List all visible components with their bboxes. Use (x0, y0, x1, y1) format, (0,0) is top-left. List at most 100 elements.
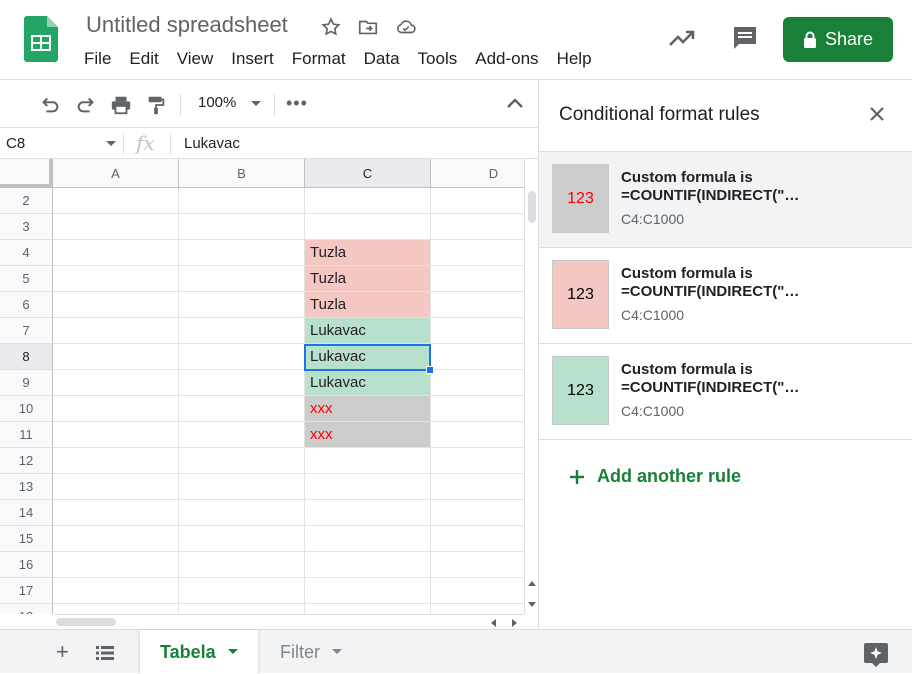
menu-help[interactable]: Help (557, 47, 592, 71)
row-header[interactable]: 16 (0, 552, 53, 578)
add-rule-button[interactable]: Add another rule (569, 466, 741, 487)
row-header[interactable]: 18 (0, 604, 53, 614)
grid-cell[interactable] (179, 292, 305, 318)
grid-cell[interactable] (431, 578, 524, 604)
name-box[interactable]: C8 (6, 135, 25, 152)
grid-cell[interactable] (179, 422, 305, 448)
grid-cell[interactable] (431, 214, 524, 240)
print-icon[interactable] (110, 94, 132, 116)
column-header-d[interactable]: D (431, 159, 524, 188)
grid-cell[interactable] (431, 188, 524, 214)
grid-cell[interactable] (431, 396, 524, 422)
column-header-a[interactable]: A (53, 159, 179, 188)
grid-cell[interactable] (53, 370, 179, 396)
row-header[interactable]: 2 (0, 188, 53, 214)
chevron-down-icon[interactable] (227, 649, 238, 655)
horizontal-scroll-thumb[interactable] (56, 618, 116, 626)
sheets-logo-icon[interactable] (24, 16, 58, 62)
grid-cell[interactable]: Lukavac (305, 344, 431, 370)
row-header[interactable]: 15 (0, 526, 53, 552)
grid-cell[interactable] (53, 188, 179, 214)
scroll-down-icon[interactable] (528, 602, 536, 608)
chevron-up-icon[interactable] (506, 96, 524, 110)
grid-cell[interactable] (53, 396, 179, 422)
row-header[interactable]: 6 (0, 292, 53, 318)
select-all-corner[interactable] (0, 159, 53, 188)
row-header[interactable]: 17 (0, 578, 53, 604)
menu-addons[interactable]: Add-ons (475, 47, 538, 71)
vertical-scrollbar[interactable] (524, 159, 538, 614)
grid-cell[interactable] (179, 266, 305, 292)
grid-cell[interactable] (179, 370, 305, 396)
grid-cell[interactable] (305, 526, 431, 552)
grid-cell[interactable]: xxx (305, 396, 431, 422)
redo-icon[interactable] (75, 94, 97, 116)
grid-cell[interactable] (53, 214, 179, 240)
grid-cell[interactable] (179, 240, 305, 266)
grid-cell[interactable]: xxx (305, 422, 431, 448)
grid-cell[interactable] (431, 344, 524, 370)
grid-cell[interactable]: Lukavac (305, 318, 431, 344)
grid-cell[interactable] (179, 318, 305, 344)
grid-cell[interactable] (179, 552, 305, 578)
grid-cell[interactable] (305, 500, 431, 526)
grid-cell[interactable]: Tuzla (305, 240, 431, 266)
row-header[interactable]: 9 (0, 370, 53, 396)
grid-cell[interactable] (431, 240, 524, 266)
spreadsheet-grid[interactable]: A B C D 2 3 4 Tuzla 5 Tuzla 6 Tuzla 7 Lukavac 8 Luk… (0, 159, 524, 614)
close-icon[interactable] (869, 106, 885, 122)
chevron-down-icon[interactable] (332, 649, 342, 655)
formula-input[interactable]: Lukavac (184, 135, 240, 152)
row-header[interactable]: 13 (0, 474, 53, 500)
grid-cell[interactable] (179, 500, 305, 526)
paint-format-icon[interactable] (145, 94, 167, 116)
grid-cell[interactable] (53, 448, 179, 474)
grid-cell[interactable] (431, 292, 524, 318)
menu-format[interactable]: Format (292, 47, 346, 71)
grid-cell[interactable] (53, 552, 179, 578)
row-header[interactable]: 5 (0, 266, 53, 292)
grid-cell[interactable] (53, 344, 179, 370)
grid-cell[interactable] (431, 552, 524, 578)
grid-cell[interactable] (179, 604, 305, 614)
add-sheet-icon[interactable]: + (56, 641, 69, 663)
grid-cell[interactable] (431, 500, 524, 526)
row-header[interactable]: 11 (0, 422, 53, 448)
grid-cell[interactable] (305, 448, 431, 474)
grid-cell[interactable] (179, 578, 305, 604)
grid-cell[interactable] (431, 604, 524, 614)
menu-file[interactable]: File (84, 47, 111, 71)
grid-cell[interactable] (53, 500, 179, 526)
grid-cell[interactable] (179, 344, 305, 370)
grid-cell[interactable] (431, 422, 524, 448)
menu-insert[interactable]: Insert (231, 47, 274, 71)
zoom-select[interactable]: 100% (198, 94, 236, 111)
grid-cell[interactable] (305, 604, 431, 614)
grid-cell[interactable] (53, 292, 179, 318)
format-rule[interactable]: 123 Custom formula is =COUNTIF(INDIRECT("…… (539, 151, 912, 248)
grid-cell[interactable] (305, 474, 431, 500)
grid-cell[interactable] (53, 474, 179, 500)
grid-cell[interactable] (431, 474, 524, 500)
activity-trend-icon[interactable] (668, 26, 696, 50)
comment-icon[interactable] (731, 24, 759, 52)
grid-cell[interactable] (53, 266, 179, 292)
grid-cell[interactable]: Tuzla (305, 292, 431, 318)
chevron-down-icon[interactable] (250, 100, 262, 108)
row-header[interactable]: 3 (0, 214, 53, 240)
row-header[interactable]: 8 (0, 344, 53, 370)
grid-cell[interactable] (431, 526, 524, 552)
menu-view[interactable]: View (177, 47, 214, 71)
grid-cell[interactable] (53, 422, 179, 448)
grid-cell[interactable] (431, 266, 524, 292)
column-header-b[interactable]: B (179, 159, 305, 188)
row-header[interactable]: 4 (0, 240, 53, 266)
menu-edit[interactable]: Edit (129, 47, 158, 71)
sheet-tab-tabela[interactable]: Tabela (140, 630, 258, 674)
scroll-right-icon[interactable] (512, 619, 518, 627)
grid-cell[interactable] (305, 214, 431, 240)
grid-cell[interactable] (179, 526, 305, 552)
more-options-icon[interactable]: ••• (286, 93, 308, 114)
grid-cell[interactable] (305, 578, 431, 604)
grid-cell[interactable] (179, 448, 305, 474)
